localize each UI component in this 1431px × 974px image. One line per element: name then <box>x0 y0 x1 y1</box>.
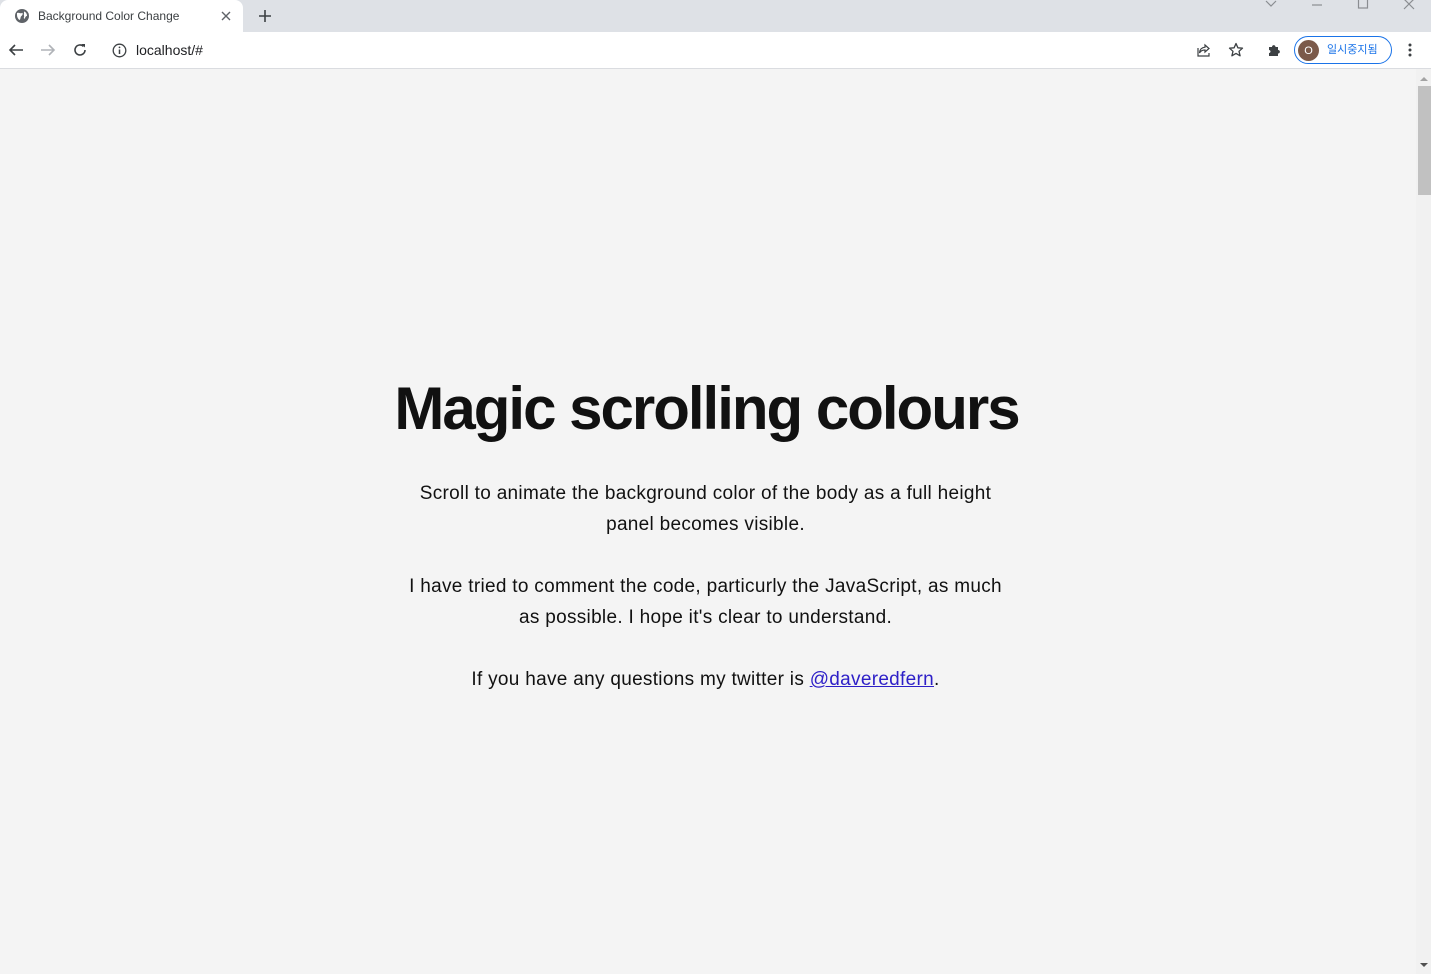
profile-button[interactable]: O 일시중지됨 <box>1294 36 1392 64</box>
contact-period: . <box>934 669 940 690</box>
back-arrow-icon[interactable] <box>5 39 27 61</box>
scroll-down-arrow-icon[interactable] <box>1416 957 1431 972</box>
intro-paragraph: Scroll to animate the background color o… <box>419 483 992 535</box>
scroll-up-arrow-icon[interactable] <box>1416 71 1431 86</box>
close-window-icon[interactable] <box>1394 0 1424 12</box>
forward-arrow-icon[interactable] <box>37 39 59 61</box>
kebab-menu-icon[interactable] <box>1399 39 1421 61</box>
page-title: Magic scrolling colours <box>394 375 1020 442</box>
browser-toolbar: localhost/# O 일시중지됨 <box>0 32 1431 69</box>
minimize-icon[interactable] <box>1302 0 1332 12</box>
maximize-icon[interactable] <box>1348 0 1378 12</box>
tab-search-chevron-icon[interactable] <box>1256 0 1286 12</box>
contact-text: If you have any questions my twitter is <box>471 669 810 690</box>
scrollbar-thumb[interactable] <box>1418 86 1431 195</box>
browser-tab[interactable]: Background Color Change <box>0 0 243 32</box>
site-info-icon[interactable] <box>111 42 128 59</box>
tab-close-icon[interactable] <box>217 7 235 25</box>
comment-paragraph: I have tried to comment the code, partic… <box>409 576 1002 628</box>
bookmark-star-icon[interactable] <box>1225 39 1247 61</box>
tab-title: Background Color Change <box>38 9 180 23</box>
contact-paragraph: If you have any questions my twitter is … <box>408 664 1003 695</box>
avatar: O <box>1298 40 1319 61</box>
globe-icon <box>14 8 30 24</box>
share-icon[interactable] <box>1193 39 1215 61</box>
tab-strip: Background Color Change <box>0 0 1431 32</box>
reload-icon[interactable] <box>69 39 91 61</box>
profile-status-label: 일시중지됨 <box>1327 44 1378 56</box>
extensions-puzzle-icon[interactable] <box>1264 39 1286 61</box>
page-viewport: Magic scrolling colours Scroll to animat… <box>0 69 1416 974</box>
twitter-link[interactable]: @daveredfern <box>810 669 934 690</box>
vertical-scrollbar[interactable] <box>1416 69 1431 974</box>
hero-panel: Magic scrolling colours Scroll to animat… <box>0 69 1416 974</box>
address-bar-url[interactable]: localhost/# <box>136 42 203 59</box>
new-tab-plus-icon[interactable] <box>254 5 276 27</box>
